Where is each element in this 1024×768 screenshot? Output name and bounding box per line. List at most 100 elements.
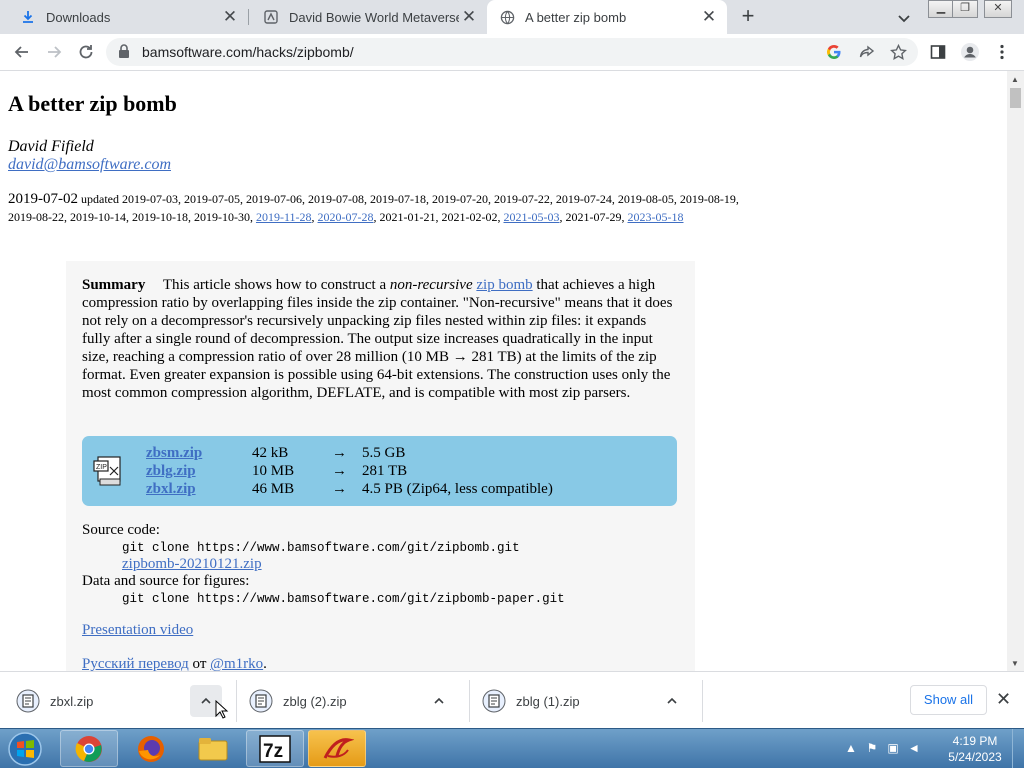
download-files-box: ZIP zbsm.zip 42 kB → 5.5 GB zblg.zip 10 … (82, 436, 677, 506)
share-icon[interactable] (854, 40, 878, 64)
close-window-icon[interactable]: ✕ (984, 0, 1012, 18)
translation-by: от (192, 656, 207, 671)
tab-title: A better zip bomb (525, 9, 627, 25)
tab-title: Downloads (46, 9, 111, 25)
tab-bowie[interactable]: David Bowie World Metaverse ✕ (249, 0, 487, 34)
restore-icon[interactable]: ❐ (952, 0, 978, 18)
minimize-icon[interactable]: ▁ (928, 0, 954, 18)
close-tab-icon[interactable]: ✕ (459, 7, 479, 27)
tab-strip: Downloads ✕ David Bowie World Metaverse … (0, 0, 1024, 34)
chrome-icon (75, 735, 102, 762)
expanded-size: 281 TB (362, 463, 408, 479)
chevron-up-icon[interactable] (423, 685, 455, 717)
mouse-cursor-icon (215, 700, 229, 719)
forward-arrow-icon[interactable] (42, 40, 66, 64)
tab-title: David Bowie World Metaverse (289, 9, 459, 25)
source-clone-command: git clone https://www.bamsoftware.com/gi… (122, 541, 520, 555)
summary-text: This article shows how to construct a (162, 277, 390, 293)
download-icon (20, 9, 36, 25)
scroll-up-icon[interactable]: ▲ (1011, 75, 1019, 84)
download-item[interactable]: zblg (1).zip (466, 678, 702, 724)
file-link[interactable]: zbsm.zip (146, 444, 202, 462)
taskbar-7zip[interactable]: 7z (246, 730, 304, 767)
file-explorer-icon (198, 737, 228, 760)
new-tab-plus-icon[interactable]: + (736, 5, 760, 29)
globe-icon (499, 9, 515, 25)
address-bar[interactable]: bamsoftware.com/hacks/zipbomb/ (106, 38, 918, 66)
expanded-size: 5.5 GB (362, 445, 406, 461)
zip-archive-icon: ZIP (92, 455, 126, 487)
site-icon (263, 9, 279, 25)
windows-taskbar: 7z ▲ ⚑ ▣ ◄ 4:19 PM 5/24/2023 (0, 728, 1024, 768)
taskbar-chrome[interactable] (60, 730, 118, 767)
network-icon[interactable]: ▣ (886, 741, 900, 755)
close-tab-icon[interactable]: ✕ (220, 7, 240, 27)
author-email-link[interactable]: david@bamsoftware.com (8, 156, 171, 174)
russian-translation-link[interactable]: Русский перевод (82, 656, 189, 671)
vertical-scrollbar[interactable]: ▲ ▼ (1007, 71, 1024, 671)
zip-bomb-link[interactable]: zip bomb (476, 277, 532, 293)
arrow-glyph: → (332, 445, 347, 461)
download-filename: zbxl.zip (50, 693, 94, 709)
close-tab-icon[interactable]: ✕ (699, 7, 719, 27)
profile-avatar-icon[interactable] (958, 40, 982, 64)
file-link[interactable]: zbxl.zip (146, 480, 196, 498)
google-icon[interactable] (822, 40, 846, 64)
source-zip-link[interactable]: zipbomb-20210121.zip (122, 556, 262, 573)
start-button[interactable] (5, 731, 45, 767)
summary-label: Summary (82, 277, 146, 293)
figures-source-label: Data and source for figures: (82, 573, 250, 589)
chevron-up-icon[interactable] (656, 685, 688, 717)
flag-icon[interactable]: ⚑ (865, 741, 879, 755)
abstract-box: Summary This article shows how to constr… (66, 261, 695, 671)
date-link[interactable]: 2023-05-18 (628, 210, 684, 224)
download-filename: zblg (1).zip (516, 693, 580, 709)
date-link[interactable]: 2021-05-03 (504, 210, 560, 224)
lock-icon[interactable] (118, 44, 130, 64)
summary-text: that achieves a high compression ratio b… (82, 277, 673, 401)
tray-expand-icon[interactable]: ▲ (844, 741, 858, 755)
date-link[interactable]: 2020-07-28 (318, 210, 374, 224)
updated-dates-text: , 2021-01-21, 2021-02-02, (373, 210, 504, 224)
figures-clone-command: git clone https://www.bamsoftware.com/gi… (122, 592, 565, 606)
app-icon (323, 737, 354, 759)
file-size: 46 MB (252, 481, 295, 497)
date-link[interactable]: 2019-11-28 (256, 210, 312, 224)
back-arrow-icon[interactable] (10, 40, 34, 64)
close-shelf-icon[interactable]: ✕ (996, 689, 1011, 710)
chevron-down-icon[interactable] (894, 8, 914, 28)
web-page: A better zip bomb David Fifield david@ba… (0, 71, 1007, 671)
system-clock[interactable]: 4:19 PM 5/24/2023 (944, 733, 1006, 765)
summary-emphasis: non-recursive (389, 277, 473, 293)
tab-downloads[interactable]: Downloads ✕ (0, 0, 248, 34)
bookmark-star-icon[interactable] (886, 40, 910, 64)
url-text: bamsoftware.com/hacks/zipbomb/ (142, 44, 354, 60)
browser-toolbar: bamsoftware.com/hacks/zipbomb/ (0, 34, 1024, 71)
download-item[interactable]: zblg (2).zip (233, 678, 469, 724)
shelf-divider (702, 680, 703, 722)
zip-file-icon (249, 689, 273, 713)
translation-end: . (263, 656, 267, 671)
volume-muted-icon[interactable]: ◄ (907, 741, 921, 755)
show-desktop-button[interactable] (1012, 729, 1024, 768)
tab-zipbomb[interactable]: A better zip bomb ✕ (487, 0, 727, 34)
taskbar-firefox[interactable] (122, 730, 180, 767)
download-item[interactable]: zbxl.zip (0, 678, 236, 724)
file-size: 42 kB (252, 445, 289, 461)
kebab-menu-icon[interactable] (990, 40, 1014, 64)
author-name: David Fifield (8, 138, 94, 155)
translator-link[interactable]: @m1rko (210, 656, 263, 671)
arrow-glyph: → (332, 481, 347, 497)
file-link[interactable]: zblg.zip (146, 462, 196, 480)
side-panel-icon[interactable] (926, 40, 950, 64)
presentation-video-link[interactable]: Presentation video (82, 622, 193, 639)
system-tray: ▲ ⚑ ▣ ◄ (844, 741, 921, 757)
reload-icon[interactable] (74, 40, 98, 64)
page-title: A better zip bomb (8, 91, 177, 116)
scroll-down-icon[interactable]: ▼ (1011, 659, 1019, 668)
show-all-button[interactable]: Show all (910, 685, 987, 715)
scrollbar-thumb[interactable] (1010, 88, 1021, 108)
taskbar-app[interactable] (308, 730, 366, 767)
arrow-glyph: → (332, 463, 347, 479)
taskbar-explorer[interactable] (184, 730, 242, 767)
